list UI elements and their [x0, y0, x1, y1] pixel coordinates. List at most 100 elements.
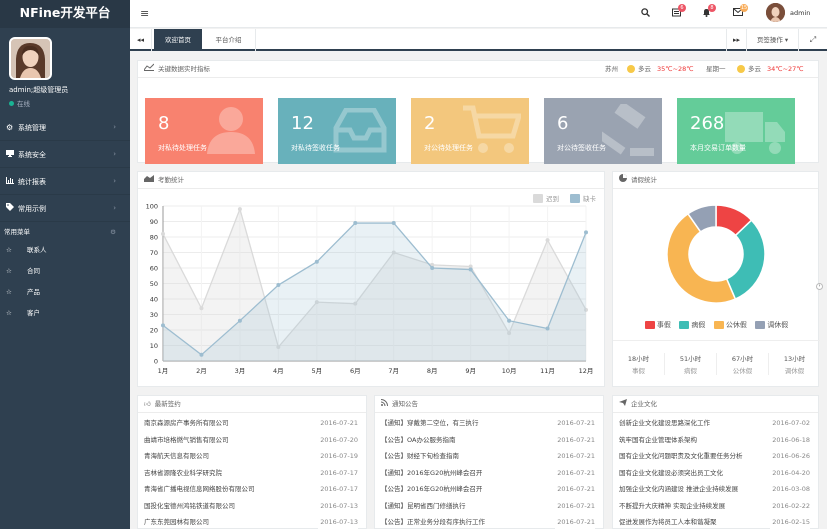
data-point [545, 326, 550, 331]
list-item[interactable]: 不断提升大庆精神 实现企业持续发展 2016-02-22 [613, 497, 818, 514]
line-chart-icon [143, 63, 155, 73]
tabs-prev-button[interactable]: ◂◂ [130, 29, 152, 51]
leave-legend: 事假 病假 公休假 调休假 [613, 320, 820, 330]
bell-icon[interactable]: 8 [702, 4, 716, 20]
list-item[interactable]: 筑牢国有企业管理体系架构 2016-06-18 [613, 431, 818, 448]
sidebar-item-contacts[interactable]: ☆ 联系人 [0, 240, 130, 261]
y-tick-label: 70 [150, 249, 158, 257]
list-item[interactable]: 【公告】2016年G20杭州峰会召开 2016-07-21 [375, 481, 603, 498]
fullscreen-icon[interactable]: ⤢ [798, 29, 827, 51]
gavel-icon [602, 104, 654, 156]
list-item[interactable]: 广东东莞园林有限公司 2016-07-13 [138, 514, 366, 529]
sidebar-item-label: 合同 [27, 267, 40, 275]
legend-swatch [679, 321, 690, 329]
list-item[interactable]: 【公告】正常业务分段有序执行工作 2016-07-21 [375, 514, 603, 529]
sidebar-item-customers[interactable]: ☆ 客户 [0, 303, 130, 324]
tab-platform-intro[interactable]: 平台介绍 [202, 29, 256, 51]
page-tabs-bar: ◂◂ 欢迎首页 平台介绍 ▸▸ 页签操作 ▾ ⤢ [130, 29, 827, 51]
x-tick-label: 7月 [388, 367, 399, 375]
y-tick-label: 30 [150, 311, 158, 319]
stat-value: 13小时 [783, 355, 806, 363]
data-point [237, 207, 242, 212]
bell-badge: 8 [708, 4, 716, 12]
metric-card-private-todo[interactable]: 8 对私待处理任务 [145, 98, 263, 164]
metric-card-public-todo[interactable]: 2 对公待处理任务 [411, 98, 529, 164]
list-item[interactable]: 国有企业文化建设必须突出员工文化 2016-04-20 [613, 464, 818, 481]
tab-welcome[interactable]: 欢迎首页 [154, 29, 202, 51]
item-name: 【公告】财经下旬检查指南 [381, 452, 459, 460]
user-menu[interactable]: admin [790, 9, 810, 17]
metric-card-public-sign[interactable]: 6 对公待签收任务 [544, 98, 662, 164]
tabs-next-button[interactable]: ▸▸ [726, 29, 746, 51]
stat-value: 67小时 [731, 355, 754, 363]
item-name: 【通知】2016年G20杭州峰会召开 [381, 468, 483, 477]
avatar[interactable] [766, 3, 785, 22]
attendance-title: 考勤统计 [158, 176, 184, 184]
item-name: 曲靖市培格燃气销售有限公司 [144, 435, 229, 444]
data-point [161, 231, 165, 236]
list-item[interactable]: 【公告】OA办公服务指南 2016-07-21 [375, 431, 603, 448]
list-item[interactable]: 【通知】2016年G20杭州峰会召开 2016-07-21 [375, 464, 603, 481]
customers-header: 👍︎ 最新签约 [138, 396, 366, 413]
legend-item[interactable]: 事假 [644, 320, 671, 330]
item-name: 【通知】昆明省西门修缮执行 [381, 501, 466, 510]
metric-label: 对私待处理任务 [158, 144, 207, 152]
customers-panel: 👍︎ 最新签约 南京森源房产事务所有限公司 2016-07-21 曲靖市培格燃气销售… [137, 395, 367, 529]
item-date: 2016-07-17 [318, 481, 358, 498]
sidebar-item-security[interactable]: 系统安全 › [0, 141, 130, 168]
metric-card-private-sign[interactable]: 12 对私待签收任务 [278, 98, 396, 164]
sidebar-item-examples[interactable]: 常用示例 › [0, 195, 130, 222]
tab-ops-dropdown[interactable]: 页签操作 ▾ [746, 29, 798, 51]
list-item[interactable]: 吉林省源隆农业科学研究院 2016-07-17 [138, 464, 366, 481]
metric-card-orders[interactable]: 268 本月交易订单数量 [677, 98, 795, 164]
customers-title: 最新签约 [154, 400, 181, 408]
leave-stats: 18小时 事假 51小时 病假 67小时 公休假 13小时 调休假 [613, 353, 820, 375]
list-item[interactable]: 曲靖市培格燃气销售有限公司 2016-07-20 [138, 431, 366, 448]
item-date: 2016-07-21 [555, 448, 595, 465]
item-date: 2016-07-17 [318, 464, 358, 481]
list-item[interactable]: 南京森源房产事务所有限公司 2016-07-21 [138, 415, 366, 432]
leave-panel: 请假统计 事假 病假 公休假 调休假 18小时 事假 51小时 病假 67小时 公休假… [612, 171, 820, 387]
data-point [468, 267, 473, 272]
side-toggle-icon[interactable]: › [816, 283, 823, 290]
metrics-panel: 关键数据实时指标 苏州 多云 35℃~28℃ 星期一 多云 34℃~27℃ 8 … [137, 60, 819, 164]
sidebar-item-system[interactable]: ⚙ 系统管理 › [0, 114, 130, 141]
list-item[interactable]: 促进发展作为将员工人本和谐凝聚 2016-02-15 [613, 514, 818, 529]
sidebar-item-contracts[interactable]: ☆ 合同 [0, 261, 130, 282]
menu-toggle-icon[interactable]: ≡ [140, 7, 149, 20]
thumbs-up-icon: 👍︎ [144, 400, 151, 408]
task-icon[interactable]: 6 [672, 4, 686, 20]
list-item[interactable]: 青海省广播电视信息网络股份有限公司 2016-07-17 [138, 481, 366, 498]
avatar[interactable] [9, 37, 52, 80]
cart-icon [463, 105, 521, 153]
legend-item[interactable]: 调休假 [755, 320, 788, 330]
main-content: 关键数据实时指标 苏州 多云 35℃~28℃ 星期一 多云 34℃~27℃ 8 … [130, 53, 827, 529]
status-label: 在线 [17, 100, 30, 108]
sidebar-item-label: 常用示例 [18, 205, 46, 213]
list-item[interactable]: 国有企业文化问题职责及文化重要任务分析 2016-06-26 [613, 448, 818, 465]
stat-label: 病假 [684, 367, 697, 375]
list-item[interactable]: 加强企业文化内涵建设 推进企业持续发展 2016-03-08 [613, 481, 818, 498]
data-point [430, 266, 435, 270]
list-item[interactable]: 创新企业文化建设思路深化工作 2016-07-02 [613, 415, 818, 432]
item-date: 2016-06-18 [770, 431, 810, 448]
sidebar-menu: ⚙ 系统管理 › 系统安全 › 统计报表 › 常用示例 › 常用菜单 ⚙ ☆ 联系人 ☆ 合同 … [0, 114, 130, 324]
gear-icon[interactable]: ⚙ [110, 224, 116, 240]
sidebar-item-reports[interactable]: 统计报表 › [0, 168, 130, 195]
truck-icon [725, 112, 785, 154]
sidebar-item-products[interactable]: ☆ 产品 [0, 282, 130, 303]
legend-item[interactable]: 公休假 [713, 320, 747, 330]
list-item[interactable]: 【通知】昆明省西门修缮执行 2016-07-21 [375, 497, 603, 514]
list-item[interactable]: 【公告】财经下旬检查指南 2016-07-21 [375, 448, 603, 465]
attendance-header: 考勤统计 [138, 172, 604, 189]
list-item[interactable]: 国投化宝德州鸿铭铁道有限公司 2016-07-13 [138, 497, 366, 514]
item-date: 2016-02-22 [770, 497, 810, 514]
search-icon[interactable] [641, 8, 650, 20]
item-name: 【公告】OA办公服务指南 [381, 435, 456, 444]
stat-label: 事假 [632, 367, 645, 375]
legend-item[interactable]: 病假 [679, 320, 705, 330]
mail-icon[interactable]: 15 [733, 4, 748, 19]
list-item[interactable]: 【通知】穿戴第二空位，有三执行 2016-07-21 [375, 415, 603, 432]
legend-swatch [570, 194, 580, 203]
list-item[interactable]: 青海航天信息有限公司 2016-07-19 [138, 448, 366, 465]
